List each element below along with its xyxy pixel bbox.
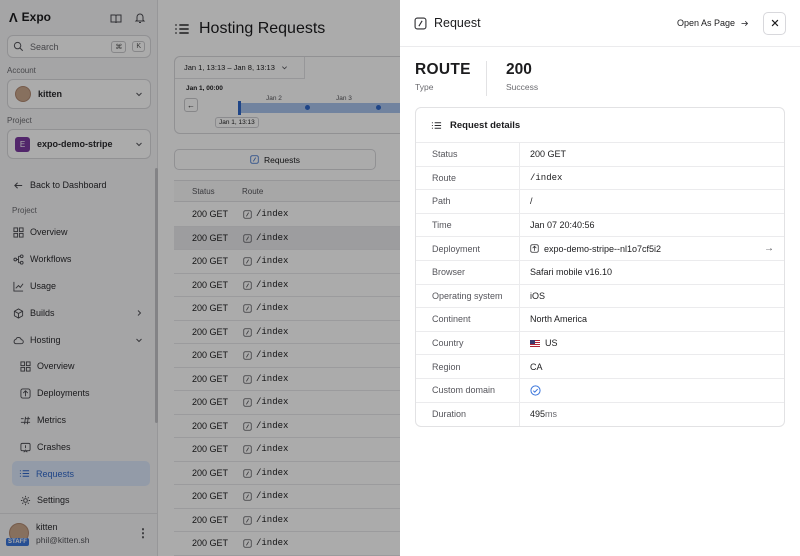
type-value: ROUTE (415, 61, 471, 78)
detail-key: Browser (416, 260, 520, 284)
details-table: Status 200 GET Route/index Path / Time Jan 07 … (416, 143, 784, 426)
duration-unit: ms (545, 409, 558, 420)
detail-value-cell: / (520, 190, 784, 213)
route-icon (414, 17, 427, 30)
close-icon (770, 18, 780, 28)
detail-value-cell: 200 GET (520, 143, 784, 166)
detail-value: 200 GET (530, 149, 567, 160)
detail-row-custom-domain: Custom domain (416, 378, 784, 403)
summary-status: 200 Success (506, 61, 538, 92)
detail-key: Time (416, 213, 520, 237)
detail-key: Continent (416, 308, 520, 331)
detail-value: North America (530, 314, 588, 325)
open-as-page-label: Open As Page (676, 18, 735, 28)
detail-value-cell: Jan 07 20:40:56 (520, 214, 784, 237)
detail-row-operating-system: Operating system iOS (416, 284, 784, 309)
details-header: Request details (416, 108, 784, 143)
detail-value: 495ms (530, 409, 557, 419)
detail-key: Status (416, 143, 520, 166)
detail-key: Duration (416, 402, 520, 426)
detail-key: Deployment (416, 237, 520, 260)
detail-value-cell: 495ms (520, 403, 784, 426)
us-flag-icon (530, 339, 540, 347)
detail-value-cell: /index (520, 167, 784, 190)
detail-row-time: Time Jan 07 20:40:56 (416, 213, 784, 238)
detail-value: / (530, 196, 533, 207)
detail-value-cell (520, 379, 784, 402)
detail-value-cell: CA (520, 355, 784, 378)
modal-overlay[interactable] (0, 0, 400, 556)
detail-row-continent: Continent North America (416, 308, 784, 332)
request-detail-panel: Request Open As Page ROUTE Type 200 Succ… (400, 0, 800, 556)
detail-row-route: Route/index (416, 166, 784, 191)
detail-row-path: Path / (416, 190, 784, 214)
detail-key: Route (416, 166, 520, 190)
detail-row-status: Status 200 GET (416, 143, 784, 167)
check-circle-icon (530, 385, 541, 396)
detail-value-cell: iOS (520, 285, 784, 308)
arrow-right-icon (740, 19, 749, 28)
deployment-icon (530, 244, 539, 253)
detail-row-deployment[interactable]: Deployment expo-demo-stripe--nl1o7cf5i2 → (416, 237, 784, 261)
detail-value-cell: North America (520, 308, 784, 331)
detail-value: expo-demo-stripe--nl1o7cf5i2 (544, 243, 662, 254)
detail-value: Jan 07 20:40:56 (530, 220, 595, 231)
detail-value: CA (530, 361, 543, 372)
summary-divider (486, 61, 487, 96)
panel-title: Request (434, 16, 481, 30)
list-icon (431, 120, 442, 131)
detail-value-cell: expo-demo-stripe--nl1o7cf5i2 → (520, 237, 784, 260)
app-window: Λ Expo Search ⌘ K Account kitten Project… (0, 0, 800, 556)
detail-value-cell: Safari mobile v16.10 (520, 261, 784, 284)
detail-value: US (545, 338, 558, 349)
detail-value: iOS (530, 290, 546, 301)
open-as-page-button[interactable]: Open As Page (677, 18, 749, 28)
arrow-right-icon[interactable]: → (764, 243, 774, 254)
detail-row-browser: Browser Safari mobile v16.10 (416, 260, 784, 285)
detail-row-country: Country US (416, 331, 784, 356)
detail-row-region: Region CA (416, 355, 784, 379)
summary-type: ROUTE Type (415, 61, 471, 92)
detail-key: Operating system (416, 284, 520, 308)
detail-value-cell: US (520, 332, 784, 355)
status-value: 200 (506, 61, 532, 78)
panel-header: Request Open As Page (400, 0, 800, 47)
detail-value: /index (530, 172, 563, 183)
detail-value: Safari mobile v16.10 (530, 267, 613, 278)
details-title: Request details (450, 119, 521, 131)
detail-key: Custom domain (416, 378, 520, 402)
duration-value: 495 (530, 409, 546, 420)
detail-row-duration: Duration 495ms (416, 402, 784, 426)
status-label: Success (506, 82, 539, 92)
close-button[interactable] (763, 11, 786, 35)
detail-key: Path (416, 190, 520, 213)
request-details-card: Request details Status 200 GET Route/index… (415, 107, 785, 427)
detail-key: Country (416, 331, 520, 355)
detail-key: Region (416, 355, 520, 378)
type-label: Type (415, 82, 434, 92)
